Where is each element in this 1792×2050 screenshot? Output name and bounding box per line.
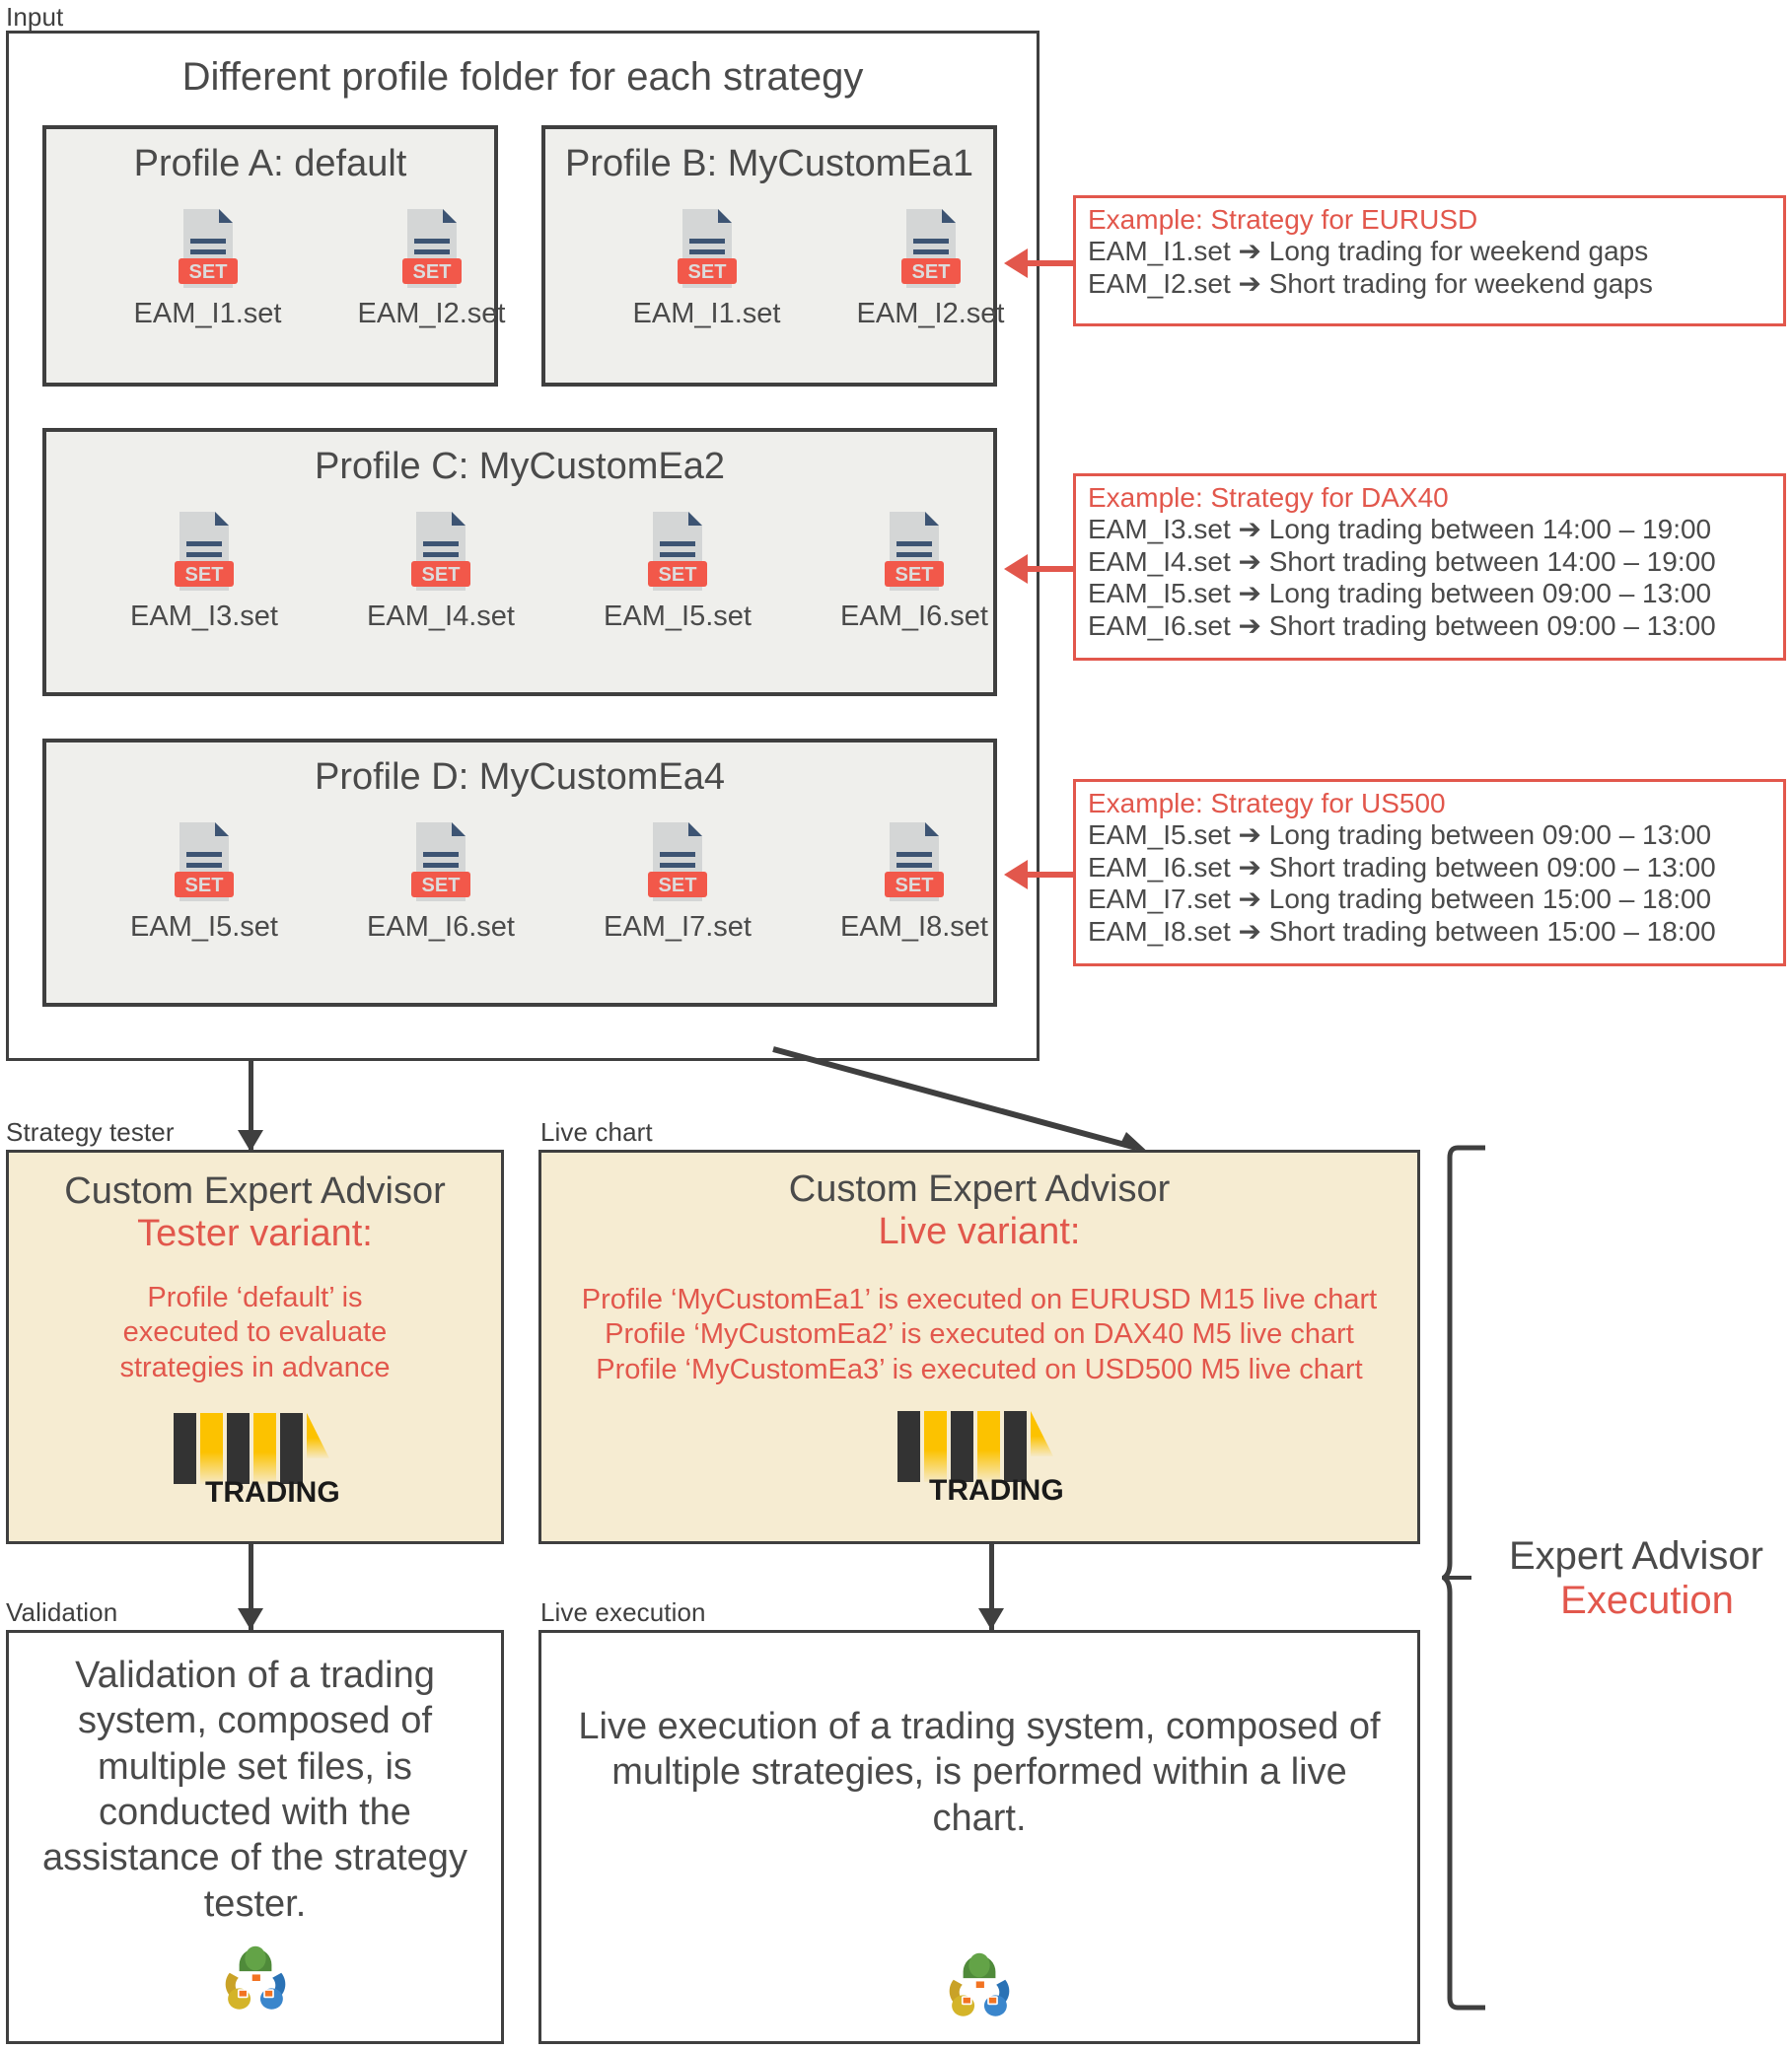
live-execution-box[interactable]: Live execution of a trading system, comp…: [538, 1630, 1420, 2044]
profile-box-b[interactable]: Profile B: MyCustomEa1 EAM_I1.set EAM_I2…: [541, 125, 1004, 387]
note-arrow-shaft-us500: [1026, 872, 1075, 878]
set-file-item[interactable]: EAM_I8.set: [840, 820, 988, 944]
connector-arrowhead-to-tester: [238, 1130, 263, 1152]
live-execution-text: Live execution of a trading system, comp…: [578, 1706, 1381, 1839]
set-file-icon: [647, 510, 708, 593]
set-file-item[interactable]: EAM_I2.set: [357, 207, 506, 330]
validation-box[interactable]: Validation of a trading system, composed…: [6, 1630, 504, 2044]
set-file-label: EAM_I6.set: [367, 911, 515, 943]
tester-ea-description: Profile ‘default’ is executed to evaluat…: [119, 1282, 391, 1383]
live-ea-box[interactable]: Custom Expert Advisor Live variant: Prof…: [538, 1150, 1420, 1544]
profile-box-a[interactable]: Profile A: default EAM_I1.set EAM_I2.set: [42, 125, 505, 387]
note-arrow-head-dax40: [1004, 554, 1028, 584]
note-line: EAM_I7.set ➔ Long trading between 15:00 …: [1088, 884, 1712, 915]
set-file-icon: [410, 820, 471, 903]
set-file-icon: [410, 510, 471, 593]
note-title: Example: Strategy for EURUSD: [1088, 204, 1478, 235]
input-label: Input: [6, 2, 64, 32]
live-ea-variant: Live variant:: [878, 1211, 1081, 1252]
note-box-eurusd: Example: Strategy for EURUSD EAM_I1.set …: [1073, 195, 1786, 326]
note-line: EAM_I5.set ➔ Long trading between 09:00 …: [1088, 578, 1712, 609]
input-container: Different profile folder for each strate…: [6, 31, 1039, 1061]
metatrader-people-icon: [939, 1947, 1020, 2028]
set-file-label: EAM_I6.set: [840, 601, 988, 632]
metatrader-people-icon: [215, 1941, 296, 2021]
set-file-item[interactable]: EAM_I1.set: [133, 207, 282, 330]
set-file-item[interactable]: EAM_I7.set: [604, 820, 752, 944]
note-arrow-head-us500: [1004, 860, 1028, 889]
note-line: EAM_I8.set ➔ Short trading between 15:00…: [1088, 915, 1716, 947]
note-line: EAM_I5.set ➔ Long trading between 09:00 …: [1088, 819, 1712, 851]
set-file-item[interactable]: EAM_I3.set: [130, 510, 278, 633]
bracket-caption-line2: Execution: [1560, 1579, 1734, 1622]
note-line: EAM_I4.set ➔ Short trading between 14:00…: [1088, 545, 1716, 577]
strategy-tester-label: Strategy tester: [6, 1117, 175, 1147]
set-file-icon: [174, 510, 235, 593]
tester-ea-box[interactable]: Custom Expert Advisor Tester variant: Pr…: [6, 1150, 504, 1544]
bracket-caption: Expert Advisor Execution: [1509, 1534, 1785, 1623]
connector-arrowhead-to-live-execution: [978, 1608, 1004, 1630]
profile-box-d[interactable]: Profile D: MyCustomEa4 EAM_I5.set EAM_I6…: [42, 739, 997, 1007]
set-file-label: EAM_I4.set: [367, 601, 515, 632]
set-file-icon: [884, 820, 945, 903]
set-file-icon: [884, 510, 945, 593]
validation-text: Validation of a trading system, composed…: [42, 1655, 467, 1925]
live-chart-label: Live chart: [540, 1117, 653, 1147]
live-ea-line: Profile ‘MyCustomEa2’ is executed on DAX…: [605, 1318, 1354, 1351]
set-file-label: EAM_I2.set: [357, 298, 506, 329]
note-line: EAM_I1.set ➔ Long trading for weekend ga…: [1088, 236, 1649, 267]
note-title: Example: Strategy for US500: [1088, 788, 1446, 818]
set-file-label: EAM_I5.set: [130, 911, 278, 943]
expert-advisor-bracket: [1442, 1145, 1485, 2011]
set-file-item[interactable]: EAM_I6.set: [840, 510, 988, 633]
live-ea-line: Profile ‘MyCustomEa3’ is executed on USD…: [596, 1353, 1363, 1385]
set-file-label: EAM_I8.set: [840, 911, 988, 943]
set-file-icon: [900, 207, 962, 290]
set-file-label: EAM_I7.set: [604, 911, 752, 943]
set-file-icon: [677, 207, 738, 290]
set-file-label: EAM_I1.set: [133, 298, 282, 329]
note-title: Example: Strategy for DAX40: [1088, 482, 1449, 513]
set-file-item[interactable]: EAM_I1.set: [632, 207, 781, 330]
profile-b-title: Profile B: MyCustomEa1: [565, 143, 973, 184]
trading-logo-icon: [896, 1409, 1063, 1504]
set-file-label: EAM_I2.set: [856, 298, 1005, 329]
set-file-icon: [178, 207, 239, 290]
set-file-label: EAM_I3.set: [130, 601, 278, 632]
profile-a-title: Profile A: default: [133, 143, 407, 184]
set-file-item[interactable]: EAM_I6.set: [367, 820, 515, 944]
note-arrow-head-eurusd: [1004, 248, 1028, 278]
set-file-item[interactable]: EAM_I4.set: [367, 510, 515, 633]
note-box-us500: Example: Strategy for US500 EAM_I5.set ➔…: [1073, 779, 1786, 966]
set-file-item[interactable]: EAM_I5.set: [130, 820, 278, 944]
input-container-title: Different profile folder for each strate…: [181, 55, 864, 99]
set-file-item[interactable]: EAM_I5.set: [604, 510, 752, 633]
connector-arrowhead-to-validation: [238, 1608, 263, 1630]
set-file-icon: [401, 207, 463, 290]
note-line: EAM_I6.set ➔ Short trading between 09:00…: [1088, 851, 1716, 883]
live-ea-title: Custom Expert Advisor: [788, 1168, 1171, 1210]
trading-logo-icon: [172, 1411, 339, 1506]
set-file-label: EAM_I1.set: [632, 298, 781, 329]
set-file-icon: [174, 820, 235, 903]
tester-ea-title: Custom Expert Advisor: [64, 1170, 446, 1212]
note-line: EAM_I6.set ➔ Short trading between 09:00…: [1088, 609, 1716, 641]
note-arrow-shaft-dax40: [1026, 566, 1075, 572]
validation-label: Validation: [6, 1597, 118, 1627]
note-line: EAM_I2.set ➔ Short trading for weekend g…: [1088, 267, 1653, 299]
profile-d-title: Profile D: MyCustomEa4: [314, 756, 725, 798]
set-file-label: EAM_I5.set: [604, 601, 752, 632]
note-line: EAM_I3.set ➔ Long trading between 14:00 …: [1088, 514, 1712, 545]
profile-box-c[interactable]: Profile C: MyCustomEa2 EAM_I3.set EAM_I4…: [42, 428, 997, 696]
tester-ea-variant: Tester variant:: [137, 1213, 373, 1254]
set-file-item[interactable]: EAM_I2.set: [856, 207, 1005, 330]
profile-c-title: Profile C: MyCustomEa2: [314, 446, 725, 487]
note-box-dax40: Example: Strategy for DAX40 EAM_I3.set ➔…: [1073, 473, 1786, 661]
set-file-icon: [647, 820, 708, 903]
live-ea-line: Profile ‘MyCustomEa1’ is executed on EUR…: [581, 1284, 1378, 1315]
live-execution-label: Live execution: [540, 1597, 706, 1627]
bracket-caption-line1: Expert Advisor: [1509, 1534, 1763, 1578]
note-arrow-shaft-eurusd: [1026, 260, 1075, 266]
